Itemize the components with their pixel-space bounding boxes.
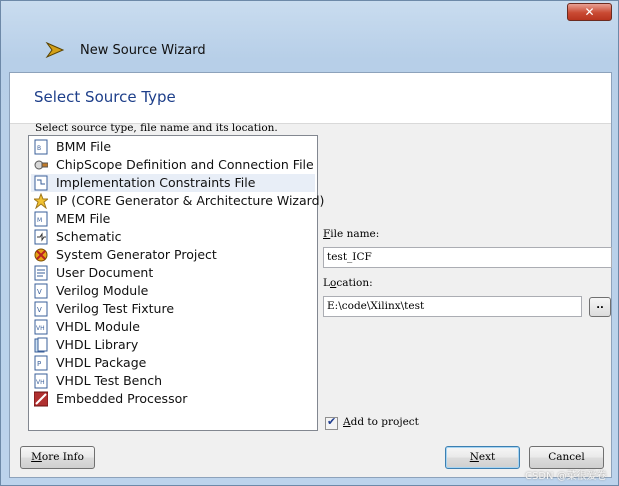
list-item-label: Implementation Constraints File (56, 175, 256, 190)
header-panel: Select Source Type (10, 73, 611, 124)
list-item-label: VHDL Module (56, 319, 140, 334)
list-item[interactable]: M MEM File (31, 210, 315, 228)
location-input[interactable]: E:\code\Xilinx\test (323, 296, 582, 317)
svg-text:M: M (37, 217, 42, 224)
more-info-button[interactable]: More Info (20, 446, 95, 469)
list-item-label: System Generator Project (56, 247, 217, 262)
list-item-label: VHDL Library (56, 337, 139, 352)
add-to-project-label: Add to project (343, 416, 419, 428)
list-item[interactable]: IP (CORE Generator & Architecture Wizard… (31, 192, 324, 210)
list-item[interactable]: VHDL Library (31, 336, 315, 354)
close-icon: ✕ (584, 5, 595, 19)
list-item-label: MEM File (56, 211, 111, 226)
list-item-label: User Document (56, 265, 154, 280)
list-item[interactable]: Implementation Constraints File (31, 174, 315, 192)
svg-text:V: V (37, 288, 42, 296)
checkmark-icon: ✔ (327, 415, 337, 428)
list-item-label: Schematic (56, 229, 122, 244)
list-item[interactable]: P VHDL Package (31, 354, 315, 372)
svg-text:V: V (37, 306, 42, 314)
svg-text:P: P (37, 360, 41, 368)
svg-text:VH: VH (36, 379, 45, 386)
list-item[interactable]: ChipScope Definition and Connection File (31, 156, 315, 174)
verilog-test-icon: V (34, 301, 48, 317)
browse-button[interactable]: .. (589, 297, 611, 317)
wizard-logo-icon (45, 41, 65, 59)
list-item-label: IP (CORE Generator & Architecture Wizard… (56, 193, 325, 208)
wizard-window: New Source Wizard ✕ Select Source Type S… (0, 0, 619, 486)
list-item[interactable]: Schematic (31, 228, 315, 246)
list-item-label: Verilog Test Fixture (56, 301, 175, 316)
close-button[interactable]: ✕ (567, 3, 612, 21)
wizard-client-area: Select Source Type Select source type, f… (9, 72, 612, 478)
list-item-label: VHDL Test Bench (56, 373, 163, 388)
schematic-icon (34, 229, 48, 245)
constraints-file-icon (34, 175, 48, 191)
system-generator-icon (34, 248, 48, 262)
list-item-label: Embedded Processor (56, 391, 188, 406)
list-item[interactable]: VH VHDL Test Bench (31, 372, 315, 390)
source-type-list[interactable]: B BMM File ChipScope Definition and Connec… (28, 135, 324, 431)
instruction-text: Select source type, file name and its lo… (35, 122, 278, 134)
vhdl-package-icon: P (34, 355, 48, 371)
list-item[interactable]: User Document (31, 264, 315, 282)
cancel-button[interactable]: Cancel (529, 446, 604, 469)
list-item[interactable]: System Generator Project (31, 246, 315, 264)
add-to-project-checkbox[interactable]: ✔ (325, 415, 338, 430)
page-title: Select Source Type (34, 88, 176, 106)
window-title: New Source Wizard (80, 43, 206, 58)
list-item-label: VHDL Package (56, 355, 147, 370)
svg-text:VH: VH (36, 325, 45, 332)
location-label: Location: (323, 277, 373, 289)
file-name-input[interactable]: test_ICF (323, 247, 612, 268)
vhdl-module-icon: VH (34, 319, 48, 335)
list-item-label: ChipScope Definition and Connection File (56, 157, 314, 172)
bmm-file-icon: B (34, 139, 48, 155)
embedded-processor-icon (34, 391, 48, 407)
vhdl-library-icon (34, 337, 48, 353)
list-item[interactable]: Embedded Processor (31, 390, 315, 408)
list-item-label: BMM File (56, 139, 112, 154)
list-item[interactable]: VH VHDL Module (31, 318, 315, 336)
mem-file-icon: M (34, 211, 48, 227)
svg-text:B: B (37, 145, 41, 152)
list-item-label: Verilog Module (56, 283, 149, 298)
list-item[interactable]: V Verilog Test Fixture (31, 300, 315, 318)
background-ghost (161, 1, 491, 71)
verilog-module-icon: V (34, 283, 48, 299)
chipscope-icon (34, 160, 48, 170)
list-item[interactable]: B BMM File (31, 138, 315, 156)
file-name-label: File name: (323, 228, 380, 240)
watermark: CSDN @菜很爱卷 (525, 471, 607, 482)
ip-core-icon (34, 193, 48, 209)
vhdl-testbench-icon: VH (34, 373, 48, 389)
next-button[interactable]: Next (445, 446, 520, 469)
list-item[interactable]: V Verilog Module (31, 282, 315, 300)
document-icon (34, 265, 48, 281)
